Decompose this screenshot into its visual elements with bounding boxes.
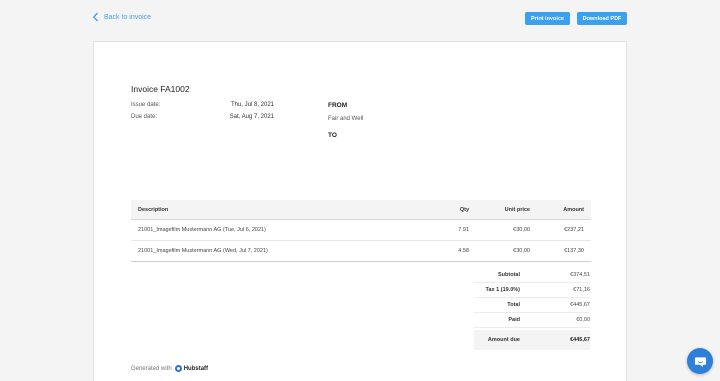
subtotal-row: Subtotal €374,51 (474, 268, 590, 283)
back-to-invoice-link[interactable]: Back to invoice (92, 12, 151, 22)
generated-with: Generated with Hubstaff (131, 365, 208, 372)
chevron-left-icon (92, 12, 99, 22)
total-row: Total €445,67 (474, 298, 590, 313)
paid-label: Paid (508, 317, 520, 323)
row-qty: 4.58 (458, 248, 469, 254)
amount-due-value: €445,67 (570, 337, 590, 343)
table-row: 21001_Imagefilm Mustermann AG (Wed, Jul … (131, 241, 591, 262)
amount-due-label: Amount due (487, 337, 520, 343)
paid-value: €0,00 (576, 317, 590, 323)
subtotal-label: Subtotal (498, 272, 520, 278)
row-description: 21001_Imagefilm Mustermann AG (Wed, Jul … (138, 248, 268, 254)
table-row: 21001_Imagefilm Mustermann AG (Tue, Jul … (131, 220, 591, 241)
issue-date-label: Issue date: (131, 102, 161, 108)
due-date-label: Due date: (131, 114, 158, 120)
top-bar: Back to invoice Print invoice Download P… (0, 0, 720, 40)
print-invoice-button[interactable]: Print invoice (525, 12, 570, 25)
row-qty: 7.91 (458, 227, 469, 233)
col-qty: Qty (459, 206, 469, 213)
total-value: €445,67 (570, 302, 590, 308)
from-heading: FROM (328, 102, 348, 109)
tax-label: Tax 1 (19.0%) (485, 287, 520, 293)
chat-launcher-button[interactable] (687, 348, 713, 374)
table-header: Description Qty Unit price Amount (131, 200, 591, 220)
row-unit-price: €30,00 (513, 227, 530, 233)
back-label: Back to invoice (104, 13, 152, 21)
tax-value: €71,16 (573, 287, 590, 293)
line-items-table: Description Qty Unit price Amount 21001_… (131, 200, 591, 262)
subtotal-value: €374,51 (570, 272, 590, 278)
chat-icon (694, 356, 706, 367)
invoice-title: Invoice FA1002 (131, 84, 190, 94)
hubstaff-icon (174, 365, 182, 372)
row-amount: €237,21 (564, 227, 584, 233)
row-amount: €137,30 (564, 248, 584, 254)
tax-row: Tax 1 (19.0%) €71,16 (474, 283, 590, 298)
issue-date-value: Thu, Jul 8, 2021 (230, 102, 274, 108)
col-unit-price: Unit price (504, 206, 530, 213)
paid-row: Paid €0,00 (474, 313, 590, 328)
col-amount: Amount (563, 206, 584, 213)
generated-label: Generated with (131, 365, 172, 372)
download-pdf-button[interactable]: Download PDF (577, 12, 627, 25)
from-name: Fair and Well (328, 116, 364, 122)
to-heading: TO (328, 132, 337, 139)
row-unit-price: €30,00 (513, 248, 530, 254)
row-description: 21001_Imagefilm Mustermann AG (Tue, Jul … (138, 227, 266, 233)
invoice-document: Invoice FA1002 Issue date: Thu, Jul 8, 2… (93, 41, 627, 381)
hubstaff-brand: Hubstaff (183, 365, 209, 372)
totals-block: Subtotal €374,51 Tax 1 (19.0%) €71,16 To… (474, 268, 590, 350)
due-date-value: Sat, Aug 7, 2021 (229, 114, 274, 120)
col-description: Description (138, 206, 169, 213)
amount-due-row: Amount due €445,67 (474, 330, 590, 350)
total-label: Total (507, 302, 520, 308)
hubstaff-logo[interactable]: Hubstaff (174, 365, 209, 372)
